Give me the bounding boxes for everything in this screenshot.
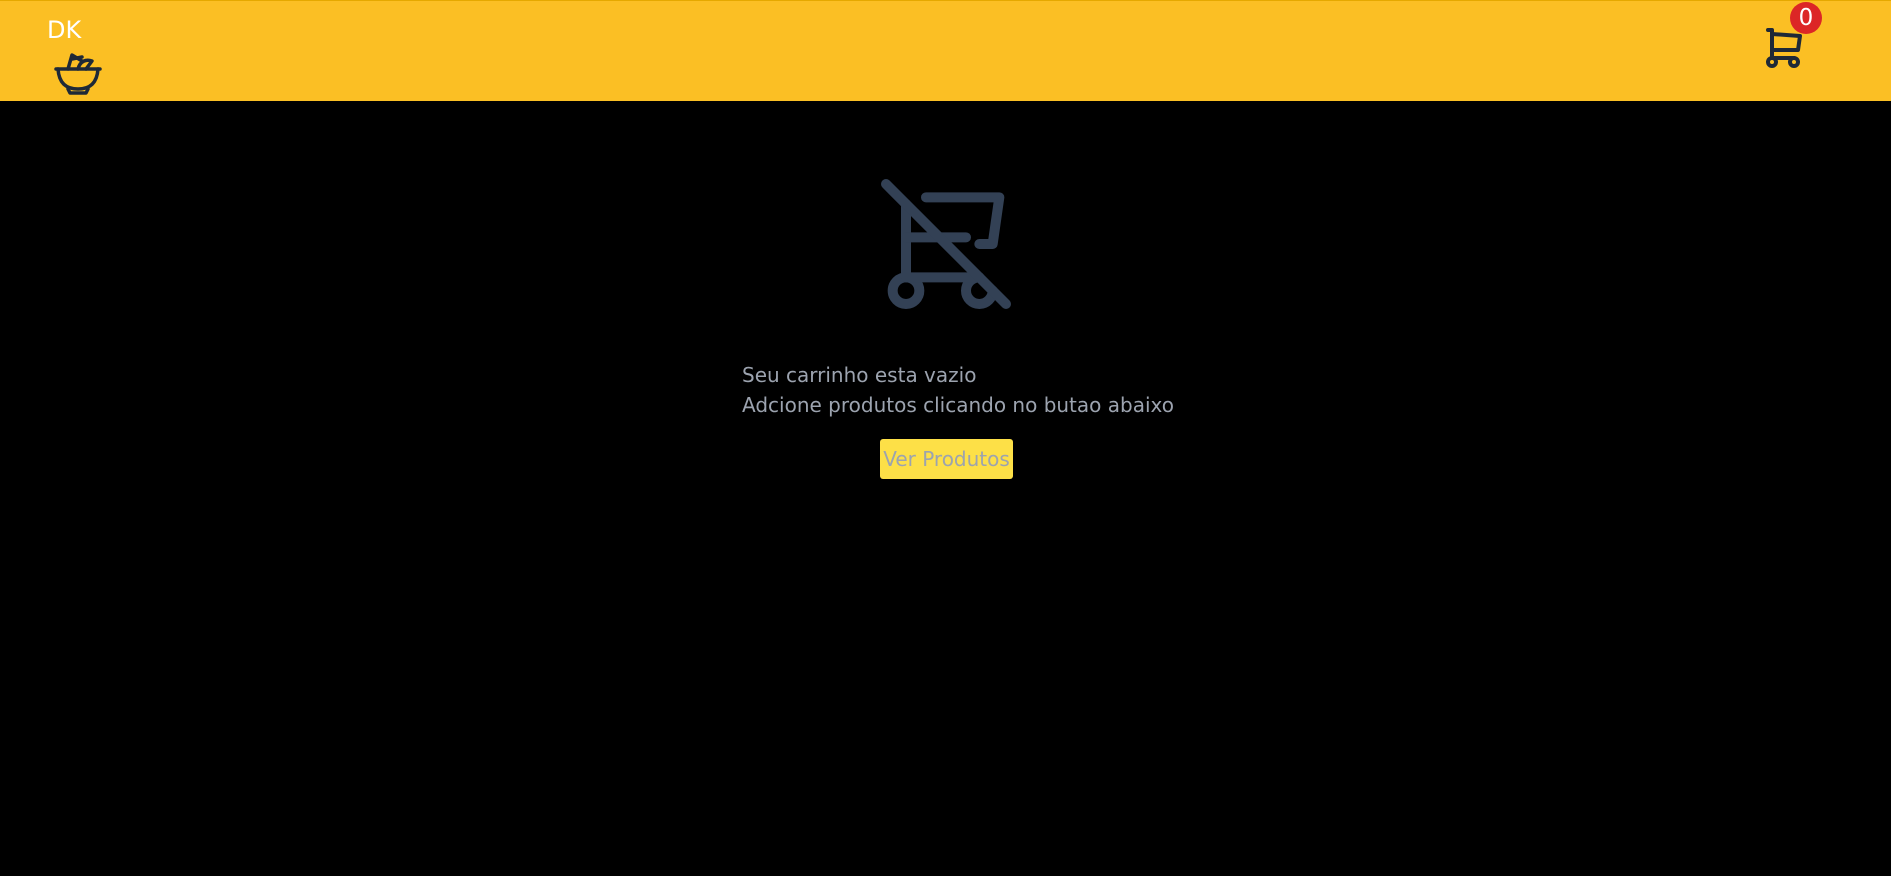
empty-cart-message: Seu carrinho esta vazio Adcione produtos… xyxy=(742,360,1174,420)
view-products-button[interactable]: Ver Produtos xyxy=(880,439,1013,479)
brand-text: DK xyxy=(47,16,82,44)
empty-cart-subtitle: Adcione produtos clicando no butao abaix… xyxy=(742,393,1174,417)
bowl-icon xyxy=(54,53,102,95)
cart-off-icon xyxy=(881,179,1011,309)
brand-logo-link[interactable]: DK xyxy=(47,15,107,95)
cart-button[interactable]: 0 xyxy=(1760,2,1822,73)
cart-count-badge: 0 xyxy=(1790,2,1822,34)
top-navbar: DK 0 xyxy=(0,0,1891,101)
empty-cart-title: Seu carrinho esta vazio xyxy=(742,363,977,387)
